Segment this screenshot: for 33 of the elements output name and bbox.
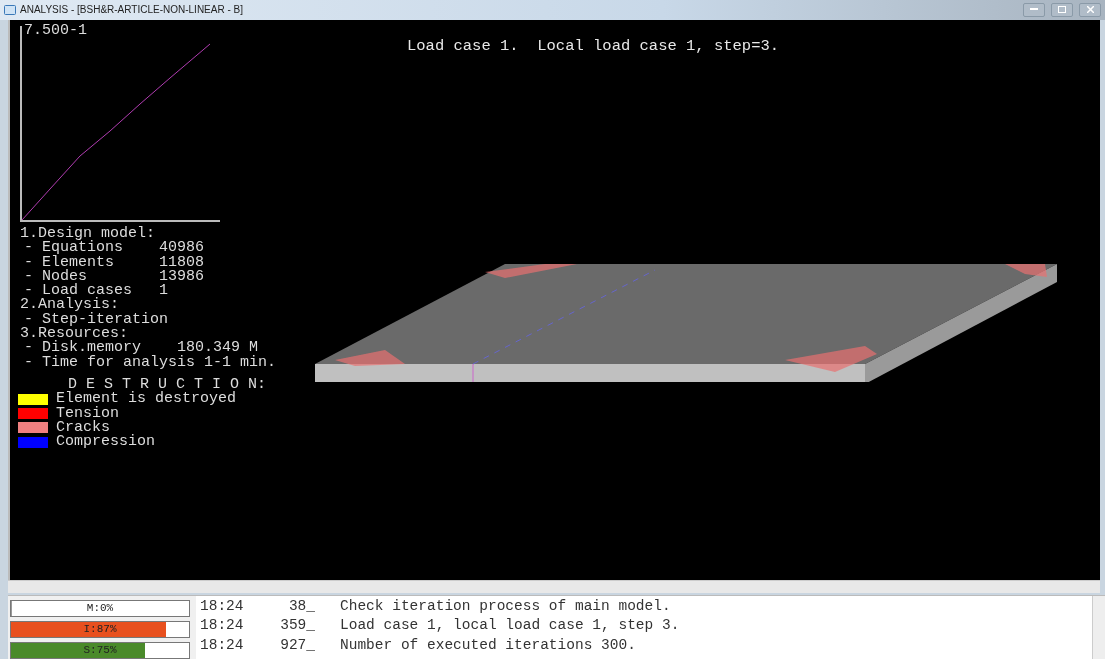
log-time: 18:24	[200, 617, 245, 634]
log-time: 18:24	[200, 636, 245, 653]
legend-label: Tension	[56, 406, 119, 421]
log-time: 18:24	[200, 597, 245, 614]
model-info-line: - Elements 11808	[23, 255, 206, 270]
progress-label: S:75%	[82, 643, 118, 658]
log-message: Check iteration process of main model.	[340, 597, 672, 614]
log-count: 38_	[287, 597, 316, 614]
model-info-line: - Equations 40986	[24, 241, 206, 256]
load-case-header: Load case 1. Local load case 1, step=3.	[407, 36, 780, 55]
legend-label: Compression	[56, 435, 156, 450]
progress-label: M:0%	[85, 601, 115, 616]
log-message: Load case 1, local load case 1, step 3.	[340, 617, 681, 634]
minimize-icon	[1030, 8, 1038, 12]
model-info-line: - Disk.memory 180.349 M	[23, 341, 259, 356]
minimize-button[interactable]	[1023, 2, 1045, 17]
window-title: ANALYSIS - [BSH&R-ARTICLE-NON-LINEAR - B]	[20, 4, 243, 16]
model-info-line: - Step-iteration	[24, 312, 170, 327]
legend-label: Cracks	[56, 420, 110, 436]
log-message: Number of executed iterations 300.	[340, 636, 637, 653]
maximize-button[interactable]	[1051, 2, 1073, 17]
window-icon	[4, 4, 16, 15]
horizontal-scrollbar[interactable]	[8, 580, 1100, 593]
progress-label: I:87%	[82, 622, 118, 637]
close-icon	[1086, 6, 1094, 14]
model-info-line: - Time for analysis 1-1 min.	[23, 355, 277, 370]
section-heading: 2.Analysis:	[20, 298, 120, 313]
close-button[interactable]	[1079, 2, 1101, 17]
log-count: 359_	[279, 617, 316, 634]
legend-label: Element is destroyed	[56, 392, 237, 407]
vertical-scrollbar[interactable]	[1092, 596, 1105, 659]
log-count: 927_	[279, 636, 316, 653]
maximize-icon	[1058, 6, 1066, 14]
